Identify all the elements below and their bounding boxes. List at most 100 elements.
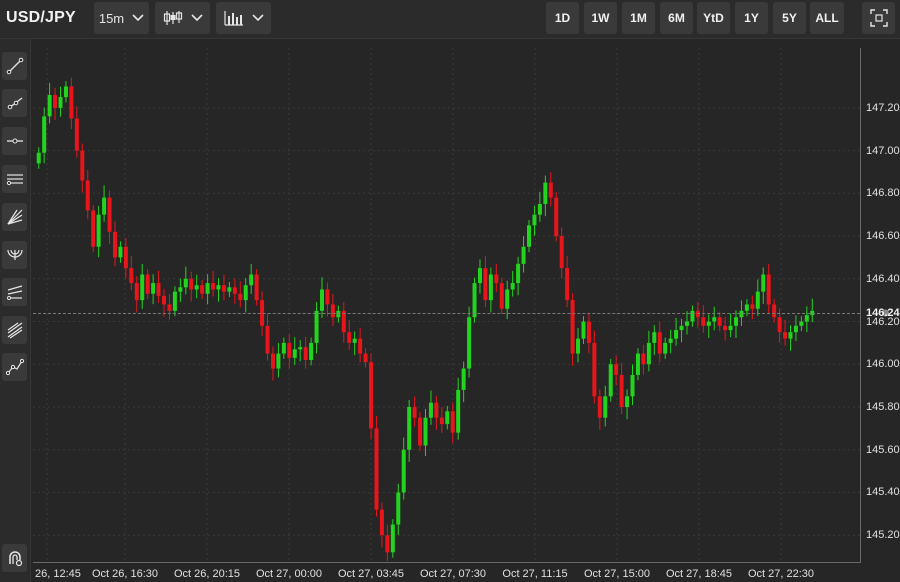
candle [592,330,597,404]
candle [292,337,297,365]
candle-body [254,274,259,301]
candle [461,361,466,403]
chevron-down-icon [190,14,203,22]
candle-body [151,283,156,294]
price-chart[interactable] [33,48,860,563]
tool-fan[interactable] [2,203,27,231]
price-tick-label: 146.00 [866,358,900,371]
candle-body [140,274,145,301]
candle-body [695,310,700,318]
tool-path[interactable] [2,353,27,381]
candle [586,312,591,354]
candle-body [586,321,591,343]
price-tick-label: 145.80 [866,401,900,413]
candle [36,147,41,169]
tool-magnet[interactable] [2,544,27,572]
candle-body [47,95,52,117]
range-ytd-button[interactable]: YtD [697,2,730,34]
candle-body [102,197,107,215]
candle-body [684,321,689,326]
tool-ray[interactable] [2,89,27,117]
price-tick-label: 147.20 [866,101,900,114]
tool-trend-line[interactable] [2,52,27,80]
candle-body [543,182,548,204]
range-5y-button[interactable]: 5Y [773,2,806,34]
candle-body [739,310,744,318]
candle-body [80,150,85,181]
candle-body [303,347,308,360]
candle-body [63,86,68,98]
candle [385,524,390,562]
candle [53,87,58,121]
candle-body [401,449,406,493]
candle-body [118,246,123,258]
candle [347,320,352,350]
price-axis-line [860,48,861,563]
candle-body [42,116,47,153]
trend-line-icon [6,57,23,75]
candle [423,408,428,456]
candle-body [559,236,564,269]
candle-body [548,182,553,198]
candle-body [265,325,270,354]
pitchfork-icon [7,322,22,339]
candle [723,317,728,341]
range-1m-button[interactable]: 1M [622,2,655,34]
candle [412,396,417,427]
candle-body [423,417,428,446]
candle [603,385,608,427]
indicators-dropdown[interactable] [216,2,271,34]
fan-icon [6,209,22,225]
range-all-button[interactable]: ALL [810,2,844,34]
candle-body [527,225,532,247]
range-1d-button[interactable]: 1D [546,2,579,34]
candle-body [750,304,755,309]
candle [145,269,150,300]
candle-body [91,210,96,247]
candle-body [232,287,237,294]
chart-type-dropdown[interactable] [155,2,210,34]
candle [570,293,575,366]
candle [701,305,706,333]
candle [597,389,602,430]
candle-body [249,274,254,286]
candle-body [772,304,777,318]
candle [401,437,406,500]
candle-body [799,321,804,326]
candle-body [374,428,379,510]
candle [788,325,793,351]
candle-body [804,315,809,322]
tool-pitchfork[interactable] [2,316,27,344]
range-6m-button[interactable]: 6M [660,2,693,34]
candle [379,502,384,548]
candle [614,355,619,386]
candle [276,343,281,378]
candle [608,358,613,402]
candle [118,241,123,263]
candle [706,314,711,338]
tool-fib-retracement[interactable] [2,278,27,306]
candle-body [641,353,646,365]
interval-dropdown[interactable]: 15m [94,2,149,34]
candle [472,277,477,323]
fullscreen-button[interactable] [862,2,895,34]
candle [140,264,145,309]
range-1y-button[interactable]: 1Y [735,2,768,34]
candle [783,320,788,346]
arc-icon [6,249,23,260]
tool-arc[interactable] [2,241,27,269]
price-tick-label: 146.40 [866,272,900,285]
candle-body [325,289,330,305]
tool-parallel-channel[interactable] [2,165,27,193]
chevron-down-icon [251,14,264,22]
tool-horizontal-line[interactable] [2,127,27,155]
range-1w-button[interactable]: 1W [584,2,617,34]
candle-body [123,246,128,269]
candle [576,328,581,363]
candle [494,264,499,292]
candle-body [178,287,183,292]
candle [499,277,504,315]
candle-body [630,374,635,397]
candle [456,377,461,440]
candle [625,389,630,420]
